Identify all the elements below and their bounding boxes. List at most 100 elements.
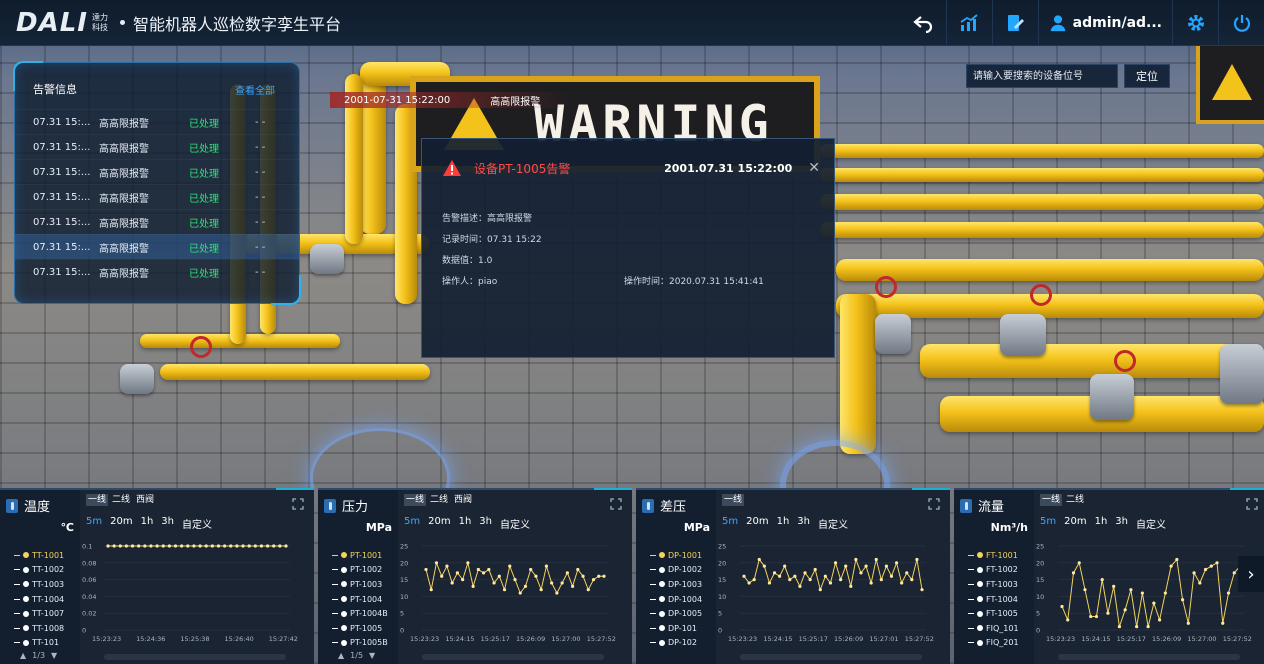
- data-point[interactable]: [143, 544, 147, 548]
- data-point[interactable]: [869, 581, 873, 585]
- data-point[interactable]: [854, 557, 858, 562]
- line-tab[interactable]: 一线: [404, 494, 427, 506]
- chart-scrollbar[interactable]: [422, 654, 604, 660]
- data-point[interactable]: [920, 588, 924, 592]
- range-tab[interactable]: 3h: [1115, 516, 1128, 531]
- line-tab[interactable]: 西阀: [452, 494, 474, 506]
- data-point[interactable]: [915, 557, 919, 562]
- sensor-item[interactable]: DP-102: [650, 636, 716, 651]
- data-point[interactable]: [747, 581, 751, 585]
- range-tab[interactable]: 5m: [404, 516, 420, 531]
- sensor-item[interactable]: TT-1008: [14, 621, 80, 636]
- alarm-row[interactable]: 07.31 15:... 高高限报警 已处理 - -: [15, 234, 299, 259]
- trend-chart[interactable]: 25 20 15 10 5 0 15:23:23 15:24:15 15:25:17 15:26:…: [716, 538, 950, 648]
- sensor-item[interactable]: DP-1005: [650, 606, 716, 621]
- data-point[interactable]: [1071, 571, 1076, 575]
- data-point[interactable]: [1140, 591, 1144, 595]
- data-point[interactable]: [1089, 614, 1093, 619]
- data-point[interactable]: [818, 588, 822, 592]
- sensor-pager[interactable]: ▲ 1/3 ▼: [20, 651, 57, 660]
- chart-scrollbar[interactable]: [740, 654, 922, 660]
- chart-scrollbar[interactable]: [1058, 654, 1240, 660]
- data-point[interactable]: [803, 571, 807, 575]
- sensor-item[interactable]: PT-1004B: [332, 606, 398, 621]
- search-input[interactable]: [966, 64, 1118, 88]
- range-tab[interactable]: 1h: [1095, 516, 1108, 531]
- data-point[interactable]: [550, 581, 554, 585]
- sensor-item[interactable]: PT-1005: [332, 621, 398, 636]
- alarm-row[interactable]: 07.31 15:... 高高限报警 已处理 - -: [15, 259, 299, 284]
- sensor-item[interactable]: PT-1005B: [332, 636, 398, 651]
- range-tab[interactable]: 3h: [797, 516, 810, 531]
- data-point[interactable]: [1083, 588, 1087, 592]
- data-point[interactable]: [1175, 557, 1179, 562]
- back-button[interactable]: [900, 0, 946, 46]
- sensor-item[interactable]: TT-1007: [14, 606, 80, 621]
- data-point[interactable]: [823, 574, 827, 578]
- expand-icon[interactable]: [928, 498, 940, 510]
- locate-button[interactable]: 定位: [1124, 64, 1170, 88]
- trend-chart[interactable]: 0.1 0.08 0.06 0.04 0.02 0 15:23:23 15:24:36 15:2…: [80, 538, 314, 648]
- data-point[interactable]: [440, 574, 444, 578]
- sensor-item[interactable]: PT-1001: [332, 548, 398, 563]
- line-tab[interactable]: 一线: [722, 494, 745, 506]
- range-tab[interactable]: 20m: [110, 516, 132, 531]
- data-point[interactable]: [278, 544, 282, 548]
- data-point[interactable]: [466, 561, 470, 565]
- range-tab[interactable]: 自定义: [1136, 516, 1166, 531]
- line-tab[interactable]: 一线: [86, 494, 109, 506]
- data-point[interactable]: [1163, 591, 1167, 595]
- sensor-item[interactable]: DP-1002: [650, 563, 716, 578]
- data-point[interactable]: [272, 544, 276, 548]
- data-point[interactable]: [124, 544, 129, 548]
- data-point[interactable]: [241, 544, 245, 548]
- data-point[interactable]: [445, 564, 449, 568]
- sensor-item[interactable]: TT-101: [14, 636, 80, 651]
- data-point[interactable]: [186, 544, 190, 548]
- data-point[interactable]: [894, 561, 899, 565]
- expand-icon[interactable]: [292, 498, 304, 510]
- data-point[interactable]: [586, 588, 590, 592]
- data-point[interactable]: [235, 544, 239, 548]
- data-point[interactable]: [167, 544, 171, 548]
- data-point[interactable]: [149, 544, 153, 548]
- data-point[interactable]: [112, 544, 116, 548]
- data-point[interactable]: [1146, 625, 1150, 629]
- data-point[interactable]: [889, 574, 894, 578]
- range-tab[interactable]: 3h: [479, 516, 492, 531]
- range-tab[interactable]: 20m: [428, 516, 450, 531]
- data-point[interactable]: [544, 564, 549, 568]
- close-icon[interactable]: ✕: [808, 160, 820, 176]
- data-point[interactable]: [1100, 578, 1104, 582]
- data-point[interactable]: [471, 584, 475, 588]
- data-point[interactable]: [555, 591, 559, 595]
- range-tab[interactable]: 自定义: [500, 516, 530, 531]
- alarm-row[interactable]: 07.31 15:... 高高限报警 已处理 - -: [15, 209, 299, 234]
- data-point[interactable]: [1158, 618, 1162, 622]
- data-point[interactable]: [900, 581, 904, 585]
- sensor-item[interactable]: DP-101: [650, 621, 716, 636]
- sensor-item[interactable]: DP-1001: [650, 548, 716, 563]
- data-point[interactable]: [223, 544, 227, 548]
- triangle-up-icon[interactable]: ▲: [20, 651, 26, 660]
- data-point[interactable]: [767, 581, 772, 585]
- sensor-item[interactable]: TT-1002: [14, 563, 80, 578]
- sensor-item[interactable]: FT-1002: [968, 563, 1034, 578]
- data-point[interactable]: [118, 544, 122, 548]
- data-point[interactable]: [508, 564, 512, 568]
- sensor-item[interactable]: FT-1003: [968, 577, 1034, 592]
- data-point[interactable]: [492, 581, 496, 585]
- alarm-row[interactable]: 07.31 15:... 高高限报警 已处理 - -: [15, 184, 299, 209]
- data-point[interactable]: [476, 567, 480, 572]
- sensor-item[interactable]: FT-1005: [968, 606, 1034, 621]
- line-tab[interactable]: 二线: [110, 494, 132, 506]
- data-point[interactable]: [591, 578, 596, 582]
- data-point[interactable]: [793, 574, 797, 578]
- data-point[interactable]: [788, 578, 792, 582]
- data-point[interactable]: [265, 544, 270, 548]
- data-point[interactable]: [502, 588, 507, 592]
- data-point[interactable]: [253, 544, 257, 548]
- data-point[interactable]: [798, 584, 802, 588]
- data-point[interactable]: [602, 574, 606, 578]
- data-point[interactable]: [742, 574, 746, 578]
